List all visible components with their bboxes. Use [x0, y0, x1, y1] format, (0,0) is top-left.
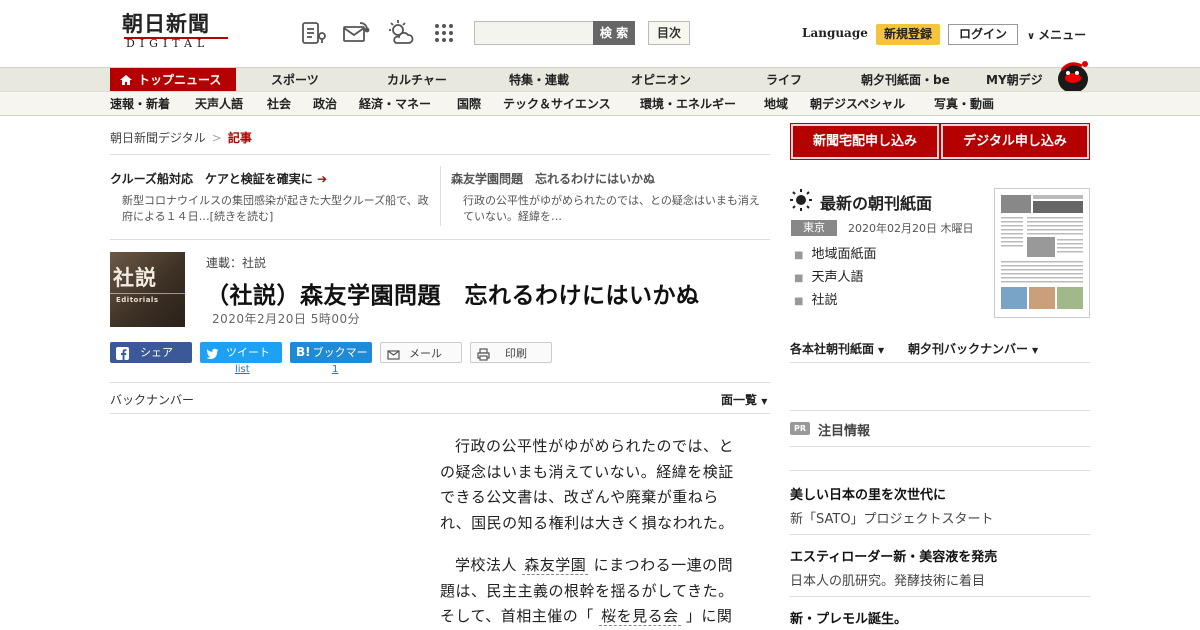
twitter-share-button[interactable]: ツイート [200, 342, 282, 363]
language-link[interactable]: Language [802, 26, 868, 40]
nav-features[interactable]: 特集・連載 [509, 68, 569, 92]
weather-icon[interactable] [386, 19, 414, 47]
divider [790, 534, 1090, 535]
facebook-icon [116, 346, 129, 360]
nav-breaking[interactable]: 速報・新着 [110, 92, 170, 116]
secondary-nav: 速報・新着 天声人語 社会 政治 経済・マネー 国際 テック＆サイエンス 環境・… [0, 91, 1200, 116]
site-logo[interactable]: 朝日新聞 DIGITAL [120, 12, 232, 54]
site-header: 朝日新聞 DIGITAL 検 索 目次 Language 新規登録 ログイン ∨… [0, 0, 1200, 66]
login-button[interactable]: ログイン [948, 24, 1018, 45]
nav-opinion[interactable]: オピニオン [631, 68, 691, 92]
nav-photo-video[interactable]: 写真・動画 [934, 92, 994, 116]
nav-life[interactable]: ライフ [766, 68, 802, 92]
nav-international[interactable]: 国際 [457, 92, 481, 116]
mail-icon [387, 347, 400, 360]
nav-culture[interactable]: カルチャー [387, 68, 447, 92]
paragraph: 行政の公平性がゆがめられたのでは、との疑念はいまも消えていない。経緯を検証できる… [440, 437, 735, 532]
sponsored-item[interactable]: 新・プレモル誕生。 [790, 608, 907, 627]
triangle-down-icon: ▼ [878, 346, 885, 355]
printer-icon [477, 347, 490, 361]
mail-share-button[interactable]: メール [380, 342, 462, 363]
triangle-down-icon: ▼ [1032, 346, 1039, 355]
divider [790, 362, 1090, 363]
back-number-link[interactable]: バックナンバー [110, 391, 194, 408]
divider [110, 413, 770, 414]
pick-article-2[interactable]: 森友学園問題 忘れるわけにはいかぬ 行政の公平性がゆがめられたのでは、との疑念は… [451, 170, 769, 225]
publish-date: 2020年2月20日 5時00分 [212, 312, 361, 326]
primary-nav: トップニュース スポーツ カルチャー 特集・連載 オピニオン ライフ 朝夕刊紙面… [0, 67, 1200, 92]
news-app-icon[interactable] [300, 19, 328, 47]
back-issues-dropdown[interactable]: 朝夕刊バックナンバー ▼ [908, 340, 1038, 357]
divider [110, 154, 770, 155]
nav-regional[interactable]: 地域 [764, 92, 788, 116]
breadcrumb-home[interactable]: 朝日新聞デジタル [110, 131, 206, 145]
divider [110, 382, 770, 383]
arrow-right-icon: ➔ [317, 172, 328, 186]
paper-link-editorial[interactable]: ■ 社説 [794, 290, 876, 313]
logo-top: 朝日新聞 [122, 11, 210, 36]
home-icon [120, 75, 132, 85]
nav-economy[interactable]: 経済・マネー [359, 92, 431, 116]
breadcrumb: 朝日新聞デジタル > 記事 [110, 131, 252, 145]
nav-my-asahi[interactable]: MY朝デジ [986, 68, 1043, 92]
toc-button[interactable]: 目次 [648, 21, 690, 45]
paper-link-tensei[interactable]: ■ 天声人語 [794, 267, 876, 290]
nav-sports[interactable]: スポーツ [271, 68, 319, 92]
pr-badge: PR [790, 422, 810, 435]
latest-paper-title[interactable]: 最新の朝刊紙面 [820, 190, 932, 214]
edition-badge: 東京 [791, 220, 837, 236]
hatena-bookmark-button[interactable]: B! ブックマーク [290, 342, 372, 380]
article-body: 行政の公平性がゆがめられたのでは、との疑念はいまも消えていない。経緯を検証できる… [440, 434, 746, 630]
chevron-down-icon: ∨ [1027, 31, 1036, 42]
paragraph: 学校法人 森友学園 にまつわる一連の問題は、民主主義の根幹を揺るがしてきた。そし… [440, 556, 734, 626]
mascot-icon[interactable] [1052, 56, 1092, 94]
keyword-link[interactable]: 桜を見る会 [599, 607, 681, 626]
menu-button[interactable]: ∨ メニュー [1027, 26, 1086, 43]
page-list-dropdown[interactable]: 面一覧 ▼ [721, 391, 767, 408]
nav-special[interactable]: 朝デジスペシャル [810, 92, 905, 116]
pick-article-1[interactable]: クルーズ船対応 ケアと検証を確実に ➔ 新型コロナウイルスの集団感染が起きた大型… [110, 170, 430, 225]
register-button[interactable]: 新規登録 [876, 24, 940, 45]
facebook-share-button[interactable]: シェア [110, 342, 192, 363]
nav-tech-science[interactable]: テック＆サイエンス [503, 92, 611, 116]
divider [110, 239, 770, 240]
search-button[interactable]: 検 索 [593, 21, 635, 45]
paper-subscribe-button[interactable]: 新聞宅配申し込み [790, 123, 940, 160]
nav-top-news[interactable]: トップニュース [110, 68, 236, 92]
paper-links: ■ 地域面紙面 ■ 天声人語 ■ 社説 [794, 244, 876, 313]
twitter-icon [206, 346, 219, 359]
nav-print-edition[interactable]: 朝夕刊紙面・be [861, 68, 950, 92]
breadcrumb-current: 記事 [227, 131, 252, 145]
regional-editions-dropdown[interactable]: 各本社朝刊紙面 ▼ [790, 340, 884, 357]
grid-menu-icon[interactable] [431, 19, 459, 47]
divider [790, 596, 1090, 597]
series-label[interactable]: 連載：社説 [206, 254, 266, 271]
twitter-count-link[interactable]: list [235, 364, 250, 375]
paper-link-regional[interactable]: ■ 地域面紙面 [794, 244, 876, 267]
editorial-thumbnail: 社説 Editorials [110, 252, 185, 327]
mail-icon[interactable] [342, 19, 370, 47]
sun-icon [790, 189, 812, 211]
hatena-count-link[interactable]: 1 [332, 364, 338, 375]
sponsored-item[interactable]: 美しい日本の里を次世代に 新「SATO」プロジェクトスタート [790, 484, 994, 527]
article-headline: （社説）森友学園問題 忘れるわけにはいかぬ [206, 283, 700, 309]
pr-section-title: 注目情報 [818, 424, 871, 439]
nav-environment[interactable]: 環境・エネルギー [640, 92, 736, 116]
newspaper-front-page-thumbnail[interactable] [994, 188, 1090, 318]
hatena-icon: B! [296, 345, 311, 359]
divider [790, 410, 1090, 411]
sponsored-item[interactable]: エスティローダー新・美容液を発売 日本人の肌研究。発酵技術に着目 [790, 546, 997, 589]
nav-society[interactable]: 社会 [267, 92, 291, 116]
divider [790, 470, 1090, 471]
keyword-link[interactable]: 森友学園 [522, 556, 589, 575]
print-button[interactable]: 印刷 [470, 342, 552, 363]
nav-tensei-jingo[interactable]: 天声人語 [195, 92, 243, 116]
divider [440, 166, 441, 226]
paper-date: 2020年02月20日 木曜日 [848, 222, 974, 235]
triangle-down-icon: ▼ [761, 397, 768, 406]
digital-subscribe-button[interactable]: デジタル申し込み [940, 123, 1090, 160]
search-input[interactable] [474, 21, 594, 45]
divider [790, 446, 1090, 447]
nav-politics[interactable]: 政治 [313, 92, 337, 116]
